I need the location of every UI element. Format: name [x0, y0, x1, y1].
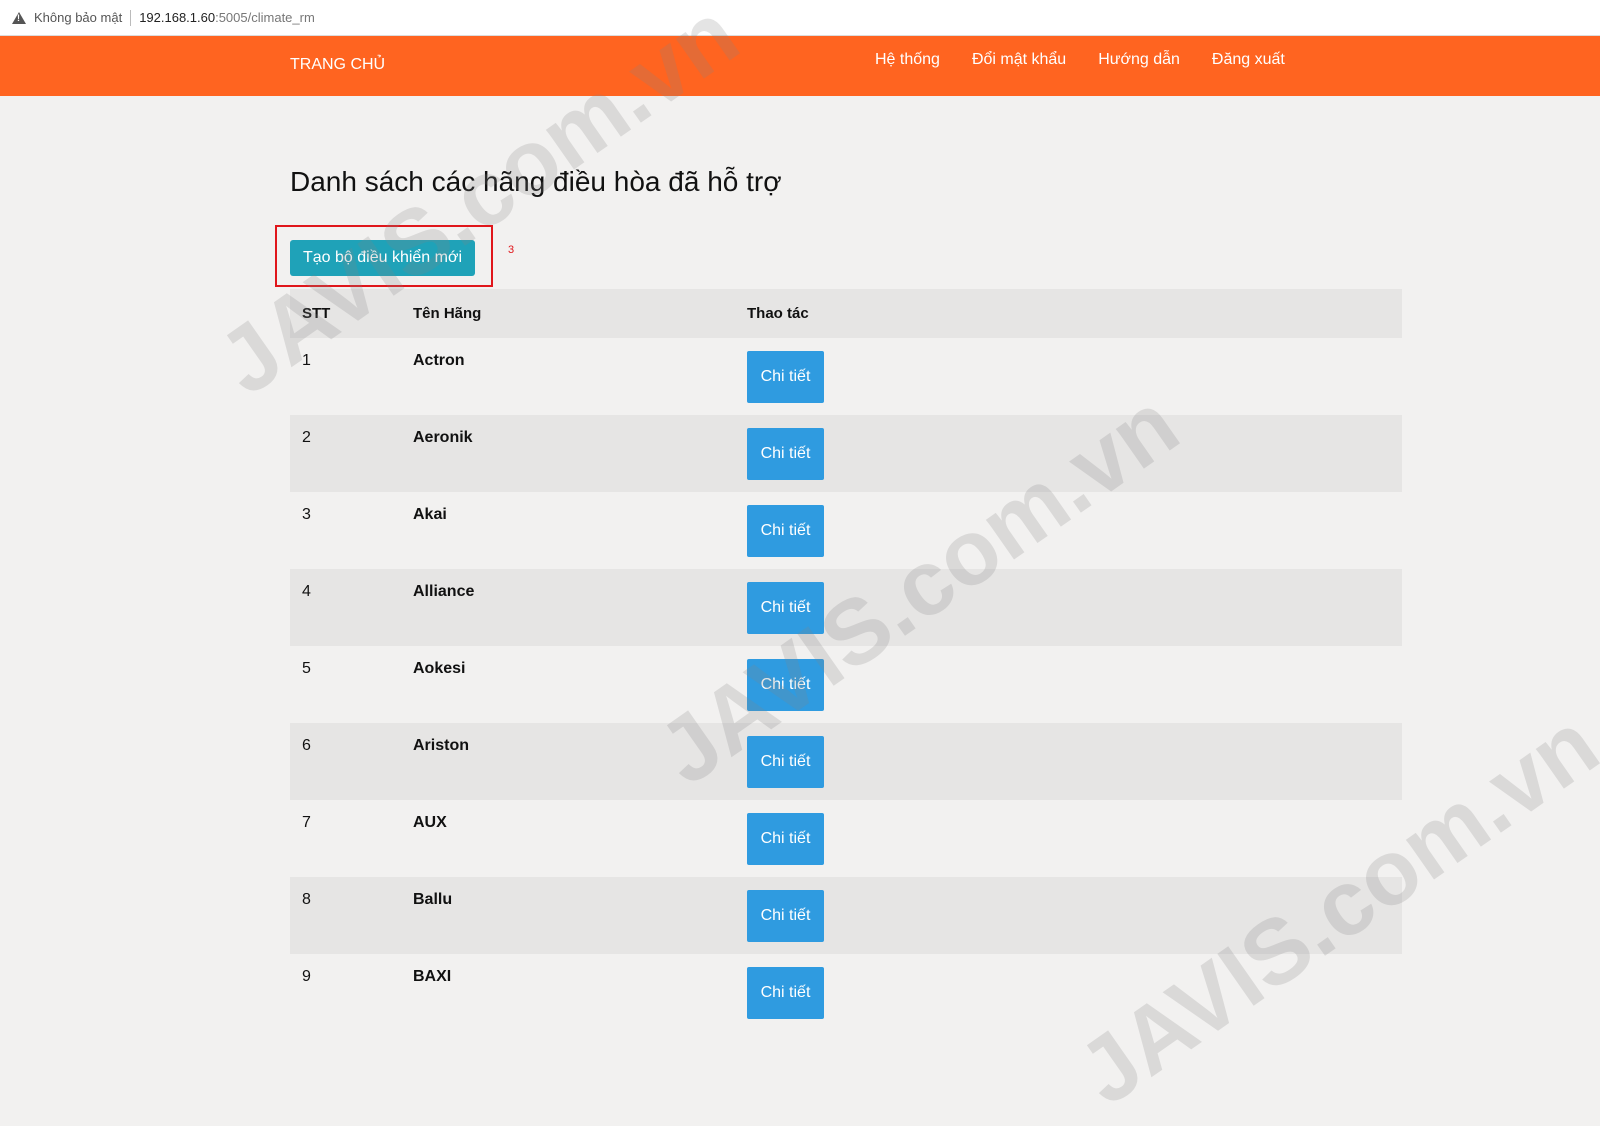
row-brand-name: Ariston	[401, 723, 735, 800]
browser-address-bar[interactable]: Không bảo mật 192.168.1.60:5005/climate_…	[0, 0, 1600, 36]
nav-change-password[interactable]: Đổi mật khẩu	[972, 51, 1066, 69]
header-stt: STT	[290, 289, 401, 338]
url-host: 192.168.1.60	[139, 10, 216, 25]
row-actions: Chi tiết	[735, 877, 1402, 954]
row-actions: Chi tiết	[735, 492, 1402, 569]
row-stt: 9	[302, 968, 311, 985]
row-actions: Chi tiết	[735, 723, 1402, 800]
table-row: 3 Akai Chi tiết	[290, 492, 1402, 569]
nav-system[interactable]: Hệ thống	[875, 51, 940, 69]
detail-button[interactable]: Chi tiết	[747, 505, 824, 557]
table-header-row: STT Tên Hãng Thao tác	[290, 289, 1402, 338]
row-stt: 4	[290, 569, 401, 646]
detail-button[interactable]: Chi tiết	[747, 659, 824, 711]
detail-button[interactable]: Chi tiết	[747, 428, 824, 480]
detail-button[interactable]: Chi tiết	[747, 736, 824, 788]
row-stt: 8	[290, 877, 401, 954]
top-navbar: TRANG CHỦ Hệ thống Đổi mật khẩu Hướng dẫ…	[0, 36, 1600, 96]
detail-button[interactable]: Chi tiết	[747, 967, 824, 1019]
address-separator	[130, 9, 132, 26]
row-stt: 5	[302, 660, 311, 677]
header-actions: Thao tác	[735, 289, 1402, 338]
row-stt: 7	[302, 814, 311, 831]
row-actions: Chi tiết	[735, 646, 1402, 723]
table-row: 6 Ariston Chi tiết	[290, 723, 1402, 800]
row-brand-name: Ballu	[401, 877, 735, 954]
row-brand-name: Akai	[413, 506, 447, 523]
page-title: Danh sách các hãng điều hòa đã hỗ trợ	[290, 166, 782, 197]
nav-guide[interactable]: Hướng dẫn	[1098, 51, 1180, 69]
table-row: 7 AUX Chi tiết	[290, 800, 1402, 877]
nav-links: Hệ thống Đổi mật khẩu Hướng dẫn Đăng xuấ…	[875, 51, 1317, 69]
row-stt: 1	[302, 352, 311, 369]
detail-button[interactable]: Chi tiết	[747, 582, 824, 634]
header-brand-name: Tên Hãng	[401, 289, 735, 338]
security-label: Không bảo mật	[34, 10, 123, 25]
row-brand-name: Alliance	[401, 569, 735, 646]
row-actions: Chi tiết	[735, 338, 1402, 415]
row-actions: Chi tiết	[735, 800, 1402, 877]
detail-button[interactable]: Chi tiết	[747, 351, 824, 403]
home-link[interactable]: TRANG CHỦ	[290, 56, 385, 74]
table-row: 1 Actron Chi tiết	[290, 338, 1402, 415]
create-controller-button[interactable]: Tạo bộ điều khiển mới	[290, 240, 476, 276]
row-brand-name: BAXI	[413, 968, 452, 985]
brands-table: STT Tên Hãng Thao tác 1 Actron Chi tiết …	[290, 289, 1402, 1031]
detail-button[interactable]: Chi tiết	[747, 890, 824, 942]
nav-logout[interactable]: Đăng xuất	[1212, 51, 1285, 69]
row-actions: Chi tiết	[735, 415, 1402, 492]
row-brand-name: Aokesi	[413, 660, 466, 677]
table-row: 5 Aokesi Chi tiết	[290, 646, 1402, 723]
table-row: 8 Ballu Chi tiết	[290, 877, 1402, 954]
row-stt: 6	[290, 723, 401, 800]
detail-button[interactable]: Chi tiết	[747, 813, 824, 865]
row-stt: 3	[302, 506, 311, 523]
row-actions: Chi tiết	[735, 954, 1402, 1031]
row-brand-name: AUX	[413, 814, 447, 831]
table-row: 2 Aeronik Chi tiết	[290, 415, 1402, 492]
url-path: :5005/climate_rm	[215, 10, 315, 25]
annotation-number: 3	[508, 244, 515, 256]
row-brand-name: Actron	[413, 352, 465, 369]
url-text[interactable]: 192.168.1.60:5005/climate_rm	[139, 10, 315, 25]
row-brand-name: Aeronik	[401, 415, 735, 492]
warning-icon	[12, 11, 26, 24]
row-actions: Chi tiết	[735, 569, 1402, 646]
row-stt: 2	[290, 415, 401, 492]
table-row: 9 BAXI Chi tiết	[290, 954, 1402, 1031]
table-row: 4 Alliance Chi tiết	[290, 569, 1402, 646]
